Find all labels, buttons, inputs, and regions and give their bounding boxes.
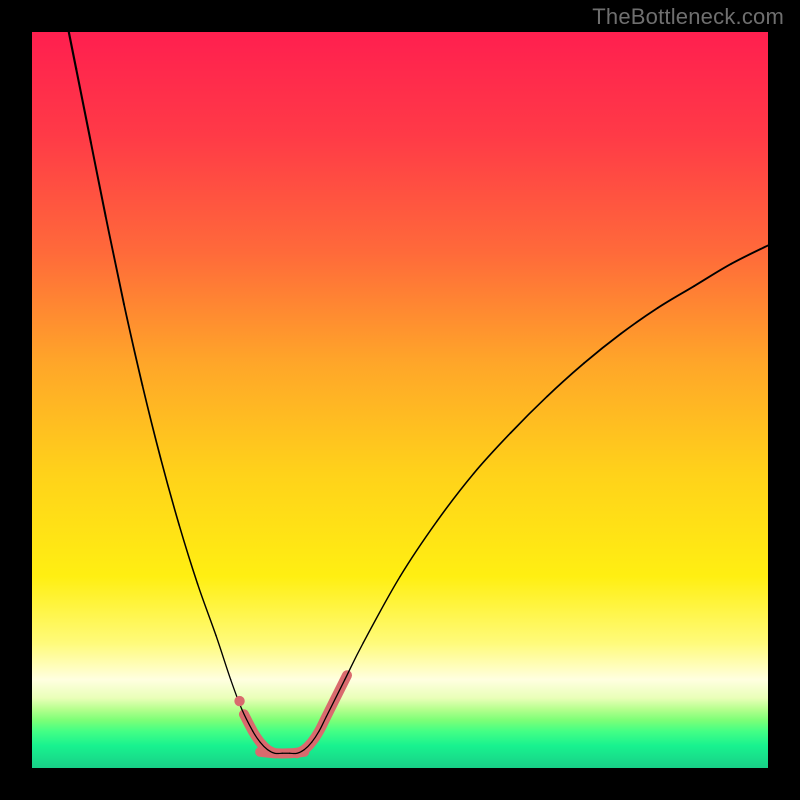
plot-background: [32, 32, 768, 768]
marker-left-dot: [234, 696, 244, 706]
chart-frame: TheBottleneck.com: [0, 0, 800, 800]
bottleneck-chart: [32, 32, 768, 768]
watermark-text: TheBottleneck.com: [592, 4, 784, 30]
marker-layer: [234, 696, 244, 706]
